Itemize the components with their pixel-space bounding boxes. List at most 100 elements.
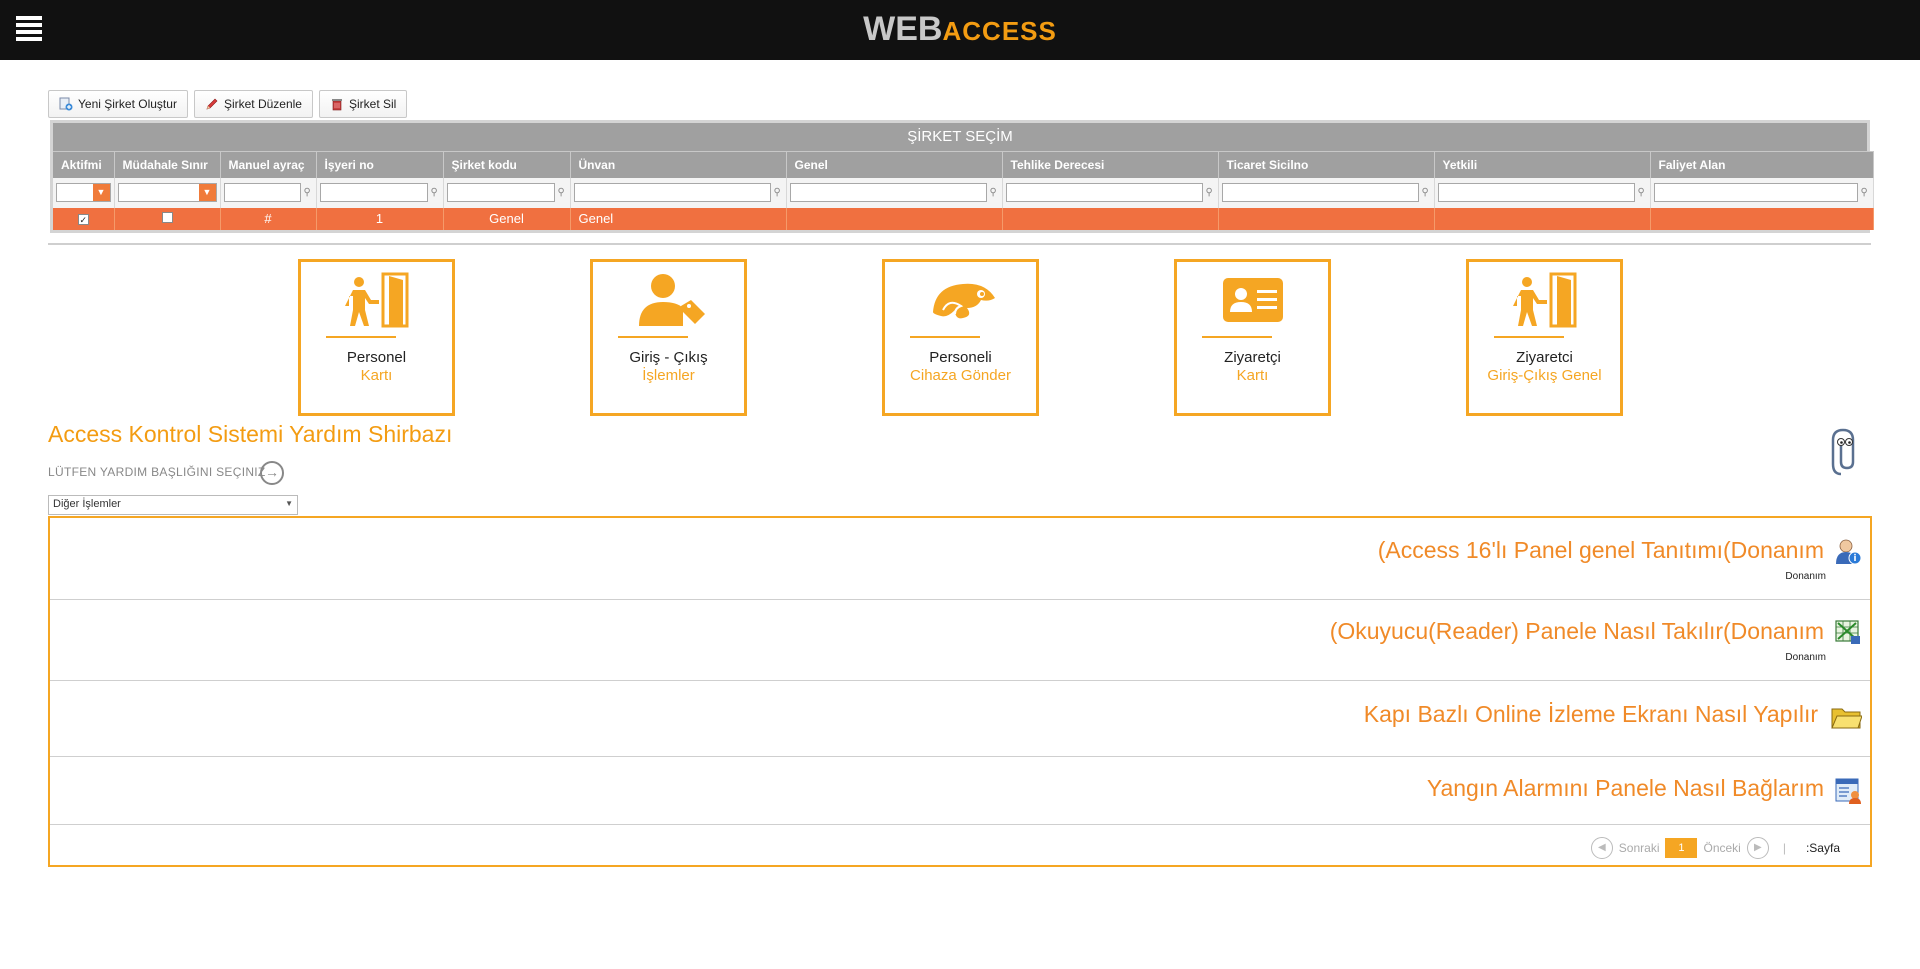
dropdown-arrow-icon: ▼	[198, 184, 216, 201]
tile-cihaza-gonder[interactable]: Personeli Cihaza Gönder	[882, 259, 1039, 416]
col-header[interactable]: Genel	[786, 151, 1003, 178]
col-header[interactable]: Aktifmi	[53, 151, 115, 178]
filter-funnel-icon[interactable]: ⚲	[1422, 187, 1431, 198]
delete-company-label: Şirket Sil	[348, 97, 397, 111]
col-header[interactable]: İşyeri no	[316, 151, 444, 178]
mudahale-checkbox[interactable]	[161, 212, 173, 223]
company-selection-grid: ŞİRKET SEÇİM Aktifmi Müdahale Sınır Manu…	[50, 120, 1874, 233]
user-card-icon	[1835, 778, 1861, 804]
pager-separator: |	[1782, 841, 1786, 855]
tile-label-secondary: Kartı	[1236, 367, 1269, 384]
col-header[interactable]: Yetkili	[1434, 151, 1651, 178]
filter-input[interactable]	[319, 183, 428, 202]
app-logo: WEBACCESS	[0, 10, 1920, 49]
tile-label-secondary: İşlemler	[642, 367, 695, 384]
grid-title: ŞİRKET SEÇİM	[53, 123, 1867, 151]
col-header[interactable]: Şirket kodu	[443, 151, 571, 178]
logo-web-text: WEB	[863, 10, 943, 48]
paperclip-assistant-icon[interactable]	[1829, 428, 1865, 478]
tile-giris-cikis-islemler[interactable]: Giriş - Çıkış İşlemler	[590, 259, 747, 416]
help-item-title[interactable]: (Access 16'lı Panel genel Tanıtımı(Donan…	[1378, 537, 1824, 564]
dropdown-arrow-icon: ▼	[92, 184, 110, 201]
filter-input[interactable]	[446, 183, 555, 202]
user-tag-icon	[639, 274, 705, 326]
door-person-icon	[1513, 272, 1577, 328]
filter-input[interactable]	[1437, 183, 1635, 202]
help-item-title[interactable]: Kapı Bazlı Online İzleme Ekranı Nasıl Ya…	[1364, 701, 1818, 728]
company-toolbar: Yeni Şirket Oluştur Şirket Düzenle Şirke…	[48, 90, 408, 118]
filter-funnel-icon[interactable]: ⚲	[774, 187, 783, 198]
tile-label-secondary: Giriş-Çıkış Genel	[1487, 367, 1602, 384]
list-item[interactable]: (Okuyucu(Reader) Panele Nasıl Takılır(Do…	[50, 600, 1870, 681]
filter-input[interactable]	[1005, 183, 1203, 202]
pager-page-label: :Sayfa	[1805, 841, 1840, 855]
grid-filter-row: ▼ ▼ ⚲ ⚲ ⚲ ⚲ ⚲ ⚲ ⚲ ⚲ ⚲	[53, 177, 1874, 208]
kod-cell: Genel	[443, 207, 571, 230]
col-header[interactable]: Manuel ayraç	[220, 151, 317, 178]
col-header[interactable]: Tehlike Derecesi	[1002, 151, 1219, 178]
isyeri-cell: 1	[316, 207, 444, 230]
filter-funnel-icon[interactable]: ⚲	[1861, 187, 1870, 198]
list-item[interactable]: Kapı Bazlı Online İzleme Ekranı Nasıl Ya…	[50, 681, 1870, 757]
tile-label-secondary: Cihaza Gönder	[910, 367, 1011, 384]
pager-prev-icon[interactable]: ▶	[1746, 837, 1769, 859]
filter-input[interactable]	[223, 183, 301, 202]
new-company-label: Yeni Şirket Oluştur	[78, 97, 177, 111]
col-header[interactable]: Müdahale Sınır	[114, 151, 221, 178]
filter-funnel-icon[interactable]: ⚲	[1206, 187, 1215, 198]
tile-ziyaretci-giris-cikis-genel[interactable]: Ziyaretci Giriş-Çıkış Genel	[1466, 259, 1623, 416]
col-header[interactable]: Ünvan	[570, 151, 787, 178]
filter-input[interactable]	[1221, 183, 1419, 202]
pencil-icon	[206, 98, 218, 110]
delete-company-button[interactable]: Şirket Sil	[318, 90, 408, 118]
chevron-down-icon: ▼	[285, 499, 293, 508]
pager-next-label[interactable]: Sonraki	[1619, 841, 1660, 855]
id-card-icon	[1223, 278, 1283, 322]
filter-funnel-icon[interactable]: ⚲	[990, 187, 999, 198]
pager-prev-label[interactable]: Önceki	[1703, 841, 1740, 855]
add-document-icon	[59, 97, 73, 111]
edit-company-label: Şirket Düzenle	[223, 97, 302, 111]
ticaret-cell	[1218, 207, 1435, 230]
trash-icon	[331, 99, 342, 111]
top-bar: WEBACCESS	[0, 0, 1920, 60]
aktif-checkbox[interactable]: ✓	[77, 214, 89, 225]
col-header[interactable]: Ticaret Sicilno	[1218, 151, 1435, 178]
mudahale-filter-select[interactable]: ▼	[117, 183, 217, 202]
col-header[interactable]: Faliyet Alan	[1650, 151, 1874, 178]
tile-ziyaretci-karti[interactable]: Ziyaretçi Kartı	[1174, 259, 1331, 416]
tile-label-primary: Personel	[346, 349, 407, 366]
tile-label-secondary: Kartı	[360, 367, 393, 384]
edit-company-button[interactable]: Şirket Düzenle	[193, 90, 313, 118]
filter-funnel-icon[interactable]: ⚲	[431, 187, 440, 198]
pager-current-page[interactable]: 1	[1665, 838, 1698, 858]
grid-header-row: Aktifmi Müdahale Sınır Manuel ayraç İşye…	[53, 151, 1874, 178]
list-item[interactable]: Yangın Alarmını Panele Nasıl Bağlarım	[50, 757, 1870, 825]
filter-input[interactable]	[573, 183, 771, 202]
tile-label-primary: Ziyaretci	[1516, 349, 1573, 366]
filter-funnel-icon[interactable]: ⚲	[558, 187, 567, 198]
table-row[interactable]: ✓ # 1 Genel Genel	[53, 207, 1874, 230]
arrow-right-circle-icon[interactable]: →	[260, 461, 284, 485]
tile-underline	[618, 336, 688, 338]
spreadsheet-icon	[1835, 620, 1860, 644]
help-topic-select[interactable]: Diğer İşlemler ▼	[48, 495, 298, 515]
aktif-filter-select[interactable]: ▼	[56, 183, 111, 202]
filter-funnel-icon[interactable]: ⚲	[1638, 187, 1647, 198]
list-item[interactable]: (Access 16'lı Panel genel Tanıtımı(Donan…	[50, 518, 1870, 600]
tile-personel-karti[interactable]: Personel Kartı	[298, 259, 455, 416]
filter-input[interactable]	[789, 183, 987, 202]
help-item-title[interactable]: (Okuyucu(Reader) Panele Nasıl Takılır(Do…	[1330, 618, 1824, 645]
filter-funnel-icon[interactable]: ⚲	[304, 187, 313, 198]
genel-cell	[786, 207, 1003, 230]
help-topic-list: (Access 16'lı Panel genel Tanıtımı(Donan…	[48, 516, 1872, 867]
logo-access-text: ACCESS	[942, 16, 1057, 46]
pager-next-icon[interactable]: ◀	[1590, 837, 1613, 859]
help-item-title[interactable]: Yangın Alarmını Panele Nasıl Bağlarım	[1427, 775, 1824, 802]
new-company-button[interactable]: Yeni Şirket Oluştur	[48, 90, 188, 118]
door-person-icon	[345, 272, 409, 328]
section-divider	[48, 243, 1871, 245]
filter-input[interactable]	[1653, 183, 1858, 202]
manuel-cell: #	[220, 207, 317, 230]
tile-label-primary: Personeli	[929, 349, 992, 366]
